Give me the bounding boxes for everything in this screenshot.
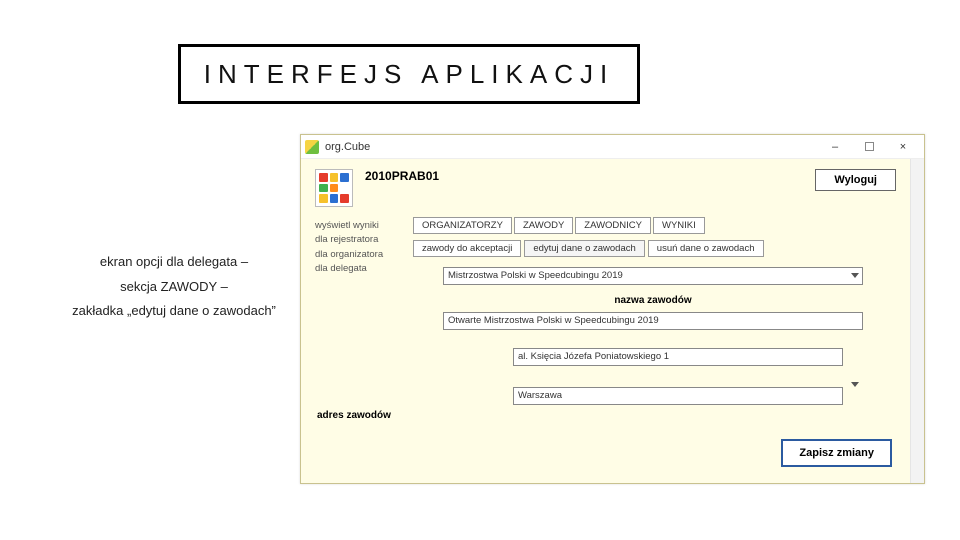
save-button[interactable]: Zapisz zmiany — [781, 439, 892, 467]
slide-title-box: INTERFEJS APLIKACJI — [178, 44, 640, 104]
caption-line-2: sekcja ZAWODY – — [54, 275, 294, 300]
client-area: 2010PRAB01 Wyloguj wyświetl wyniki dla r… — [301, 159, 910, 483]
side-link-organizer[interactable]: dla organizatora — [315, 248, 407, 262]
slide-title: INTERFEJS APLIKACJI — [204, 59, 614, 90]
minimize-button[interactable]: – — [818, 137, 852, 157]
side-link-results[interactable]: wyświetl wyniki — [315, 219, 407, 233]
side-link-registrar[interactable]: dla rejestratora — [315, 233, 407, 247]
tab-competitions[interactable]: ZAWODY — [514, 217, 573, 234]
caption-line-3: zakładka „edytuj dane o zawodach” — [54, 299, 294, 324]
vertical-scrollbar[interactable] — [910, 159, 924, 483]
city-select[interactable]: Warszawa — [513, 387, 843, 405]
header-row: 2010PRAB01 Wyloguj — [315, 169, 896, 207]
tab-competitors[interactable]: ZAWODNICY — [575, 217, 651, 234]
main-area: ORGANIZATORZY ZAWODY ZAWODNICY WYNIKI za… — [413, 217, 890, 415]
user-code: 2010PRAB01 — [365, 169, 439, 183]
street-field: al. Księcia Józefa Poniatowskiego 1 — [443, 348, 863, 366]
window-title: org.Cube — [325, 141, 370, 153]
cube-icon — [315, 169, 353, 207]
event-select[interactable]: Mistrzostwa Polski w Speedcubingu 2019 — [443, 267, 863, 285]
maximize-button[interactable] — [852, 137, 886, 157]
competition-name-label: nazwa zawodów — [443, 295, 863, 306]
app-icon — [305, 140, 319, 154]
caption-line-1: ekran opcji dla delegata – — [54, 250, 294, 275]
tab-results[interactable]: WYNIKI — [653, 217, 705, 234]
street-input[interactable]: al. Księcia Józefa Poniatowskiego 1 — [513, 348, 843, 366]
slide-captions: ekran opcji dla delegata – sekcja ZAWODY… — [54, 250, 294, 324]
address-section-label: adres zawodów — [317, 410, 391, 421]
logout-button[interactable]: Wyloguj — [815, 169, 896, 191]
tab-organizers[interactable]: ORGANIZATORZY — [413, 217, 512, 234]
window-titlebar: org.Cube – × — [301, 135, 924, 159]
tab-row: ORGANIZATORZY ZAWODY ZAWODNICY WYNIKI — [413, 217, 890, 234]
subtab-row: zawody do akceptacji edytuj dane o zawod… — [413, 240, 890, 257]
subtab-edit[interactable]: edytuj dane o zawodach — [524, 240, 644, 257]
app-window: org.Cube – × 2010PRAB01 Wyloguj wyświetl… — [300, 134, 925, 484]
competition-name-field: Otwarte Mistrzostwa Polski w Speedcubing… — [443, 312, 863, 330]
event-select-field: Mistrzostwa Polski w Speedcubingu 2019 — [443, 267, 863, 285]
side-links: wyświetl wyniki dla rejestratora dla org… — [315, 219, 407, 276]
form-fields: Mistrzostwa Polski w Speedcubingu 2019 n… — [443, 267, 863, 405]
competition-name-input[interactable]: Otwarte Mistrzostwa Polski w Speedcubing… — [443, 312, 863, 330]
close-button[interactable]: × — [886, 137, 920, 157]
subtab-delete[interactable]: usuń dane o zawodach — [648, 240, 764, 257]
city-field: Warszawa — [443, 376, 863, 405]
subtab-pending[interactable]: zawody do akceptacji — [413, 240, 521, 257]
side-link-delegate[interactable]: dla delegata — [315, 262, 407, 276]
